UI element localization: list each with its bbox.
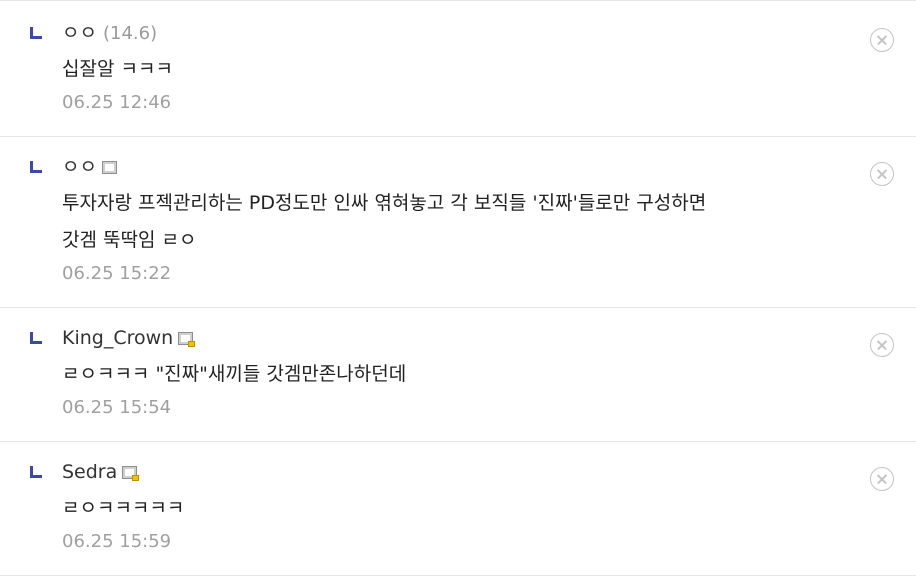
gold-fixed-nick-icon [122,466,140,481]
author-ip-level: (14.6) [102,23,158,44]
delete-comment-button[interactable] [870,162,894,186]
reply-arrow-icon [30,27,42,39]
comment-author-line: King_Crown [62,324,916,352]
comment-author[interactable]: King_Crown [62,327,173,349]
comment-text: 십잘알 ㅋㅋㅋ [62,58,173,80]
reply-arrow-icon [30,161,42,173]
delete-comment-button[interactable] [870,333,894,357]
reply-arrow-icon [30,466,42,478]
comment-timestamp: 06.25 15:54 [62,397,172,418]
comment-author-line: ㅇㅇ (14.6) [62,19,916,47]
comment-timestamp: 06.25 15:22 [62,263,172,284]
comment-text: ㄹㅇㅋㅋㅋㅋㅋ [62,497,185,519]
fixed-nick-icon [101,161,117,174]
comment-timestamp: 06.25 15:59 [62,531,172,552]
comment-author[interactable]: ㅇㅇ [62,156,97,178]
comment-item: Sedra ㄹㅇㅋㅋㅋㅋㅋ 06.25 15:59 [0,442,916,576]
comment-list: ㅇㅇ (14.6) 십잘알 ㅋㅋㅋ 06.25 12:46 ㅇㅇ 투자자랑 프젝관… [0,0,916,576]
comment-author-line: Sedra [62,458,916,486]
comment-item: King_Crown ㄹㅇㅋㅋㅋ "진짜"새끼들 갓겜만존나하던데 06.25 … [0,308,916,442]
reply-arrow-icon [30,332,42,344]
delete-comment-button[interactable] [870,28,894,52]
comment-item: ㅇㅇ (14.6) 십잘알 ㅋㅋㅋ 06.25 12:46 [0,1,916,137]
gold-fixed-nick-icon [178,332,196,347]
comment-item: ㅇㅇ 투자자랑 프젝관리하는 PD정도만 인싸 엮혀놓고 각 보직들 '진짜'들… [0,137,916,308]
comment-author-line: ㅇㅇ [62,153,916,181]
delete-comment-button[interactable] [870,467,894,491]
comment-text: ㄹㅇㅋㅋㅋ "진짜"새끼들 갓겜만존나하던데 [62,363,407,385]
comment-author[interactable]: ㅇㅇ [62,22,97,44]
comment-timestamp: 06.25 12:46 [62,92,172,113]
comment-author[interactable]: Sedra [62,461,117,483]
comment-text: 투자자랑 프젝관리하는 PD정도만 인싸 엮혀놓고 각 보직들 '진짜'들로만 … [62,192,707,251]
